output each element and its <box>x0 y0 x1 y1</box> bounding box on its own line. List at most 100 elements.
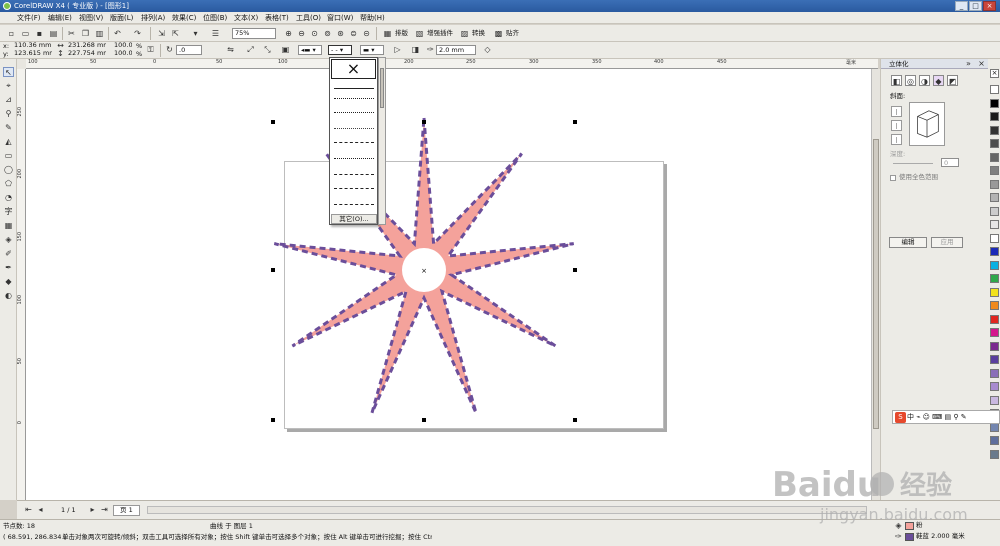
cut-icon[interactable]: ✂ <box>66 28 77 39</box>
close-button[interactable]: × <box>983 1 996 11</box>
ime-toolbar[interactable]: S 中 ⌁ ☺ ⌨ ▤ ⚲ ✎ <box>892 410 1000 424</box>
zoom-height-icon[interactable]: ⊝ <box>361 28 372 39</box>
palette-swatch[interactable] <box>990 328 999 337</box>
palette-swatch[interactable] <box>990 260 999 270</box>
line-style-option[interactable] <box>334 128 374 129</box>
height-field[interactable]: 227.754 mm <box>66 50 106 58</box>
palette-swatch[interactable] <box>990 436 999 445</box>
zoom-out-icon[interactable]: ⊖ <box>296 28 307 39</box>
zoom-width-icon[interactable]: ⊜ <box>348 28 359 39</box>
palette-swatch[interactable] <box>990 382 999 391</box>
export-icon[interactable]: ⇱ <box>170 28 181 39</box>
zoom-level-select[interactable]: 75% <box>232 28 276 39</box>
menu-window[interactable]: 窗口(W) <box>327 13 353 23</box>
line-style-option[interactable] <box>334 158 374 159</box>
text-wrap-icon[interactable]: ▷ <box>392 44 403 55</box>
extrude-rotation-icon[interactable]: ◎ <box>905 75 916 86</box>
palette-swatch[interactable] <box>990 449 999 459</box>
menu-bitmaps[interactable]: 位图(B) <box>203 13 227 23</box>
ime-controls[interactable]: 中 ⌁ ☺ ⌨ ▤ ⚲ ✎ <box>907 413 967 421</box>
palette-swatch[interactable] <box>990 112 999 121</box>
bevel-option-icon[interactable]: ⁝ <box>891 106 902 117</box>
selection-handle[interactable] <box>271 120 275 124</box>
palette-swatch[interactable] <box>990 233 999 243</box>
bevel-option-icon[interactable]: ⁝ <box>891 120 902 131</box>
selection-handle[interactable] <box>573 268 577 272</box>
plugin-icon[interactable]: ▧ <box>414 28 425 39</box>
layout-button[interactable]: 排版 <box>395 29 408 38</box>
width-field[interactable]: 231.268 mm <box>66 42 106 50</box>
edit-button[interactable]: 编辑 <box>889 237 927 248</box>
palette-swatch[interactable] <box>990 166 999 175</box>
paste-icon[interactable]: ▥ <box>94 28 105 39</box>
dropdown-scroll-thumb[interactable] <box>380 68 384 108</box>
enhance-plugin-button[interactable]: 增强插件 <box>427 29 453 38</box>
extrude-bevel-icon[interactable]: ◩ <box>947 75 958 86</box>
palette-swatch[interactable] <box>990 395 999 405</box>
bevel-option-icon[interactable]: ⁝ <box>891 134 902 145</box>
palette-swatch[interactable] <box>990 368 999 378</box>
palette-swatch[interactable] <box>990 85 999 94</box>
palette-swatch[interactable] <box>990 125 999 135</box>
smart-fill-icon[interactable]: ◭ <box>3 137 14 147</box>
shape-tool-icon[interactable]: ⌖ <box>3 81 14 91</box>
extrude-color-icon[interactable]: ◆ <box>933 75 944 86</box>
line-style-option[interactable] <box>334 98 374 99</box>
no-color-swatch[interactable]: × <box>990 69 999 78</box>
docker-close-icon[interactable]: × <box>976 59 987 69</box>
copy-icon[interactable]: ❐ <box>80 28 91 39</box>
selection-handle[interactable] <box>422 418 426 422</box>
crop-tool-icon[interactable]: ⊿ <box>3 95 14 105</box>
zoom-all-icon[interactable]: ⊚ <box>322 28 333 39</box>
text-tool-icon[interactable]: 字 <box>3 207 14 217</box>
zoom-tool-icon[interactable]: ⚲ <box>3 109 14 119</box>
palette-swatch[interactable] <box>990 98 999 108</box>
palette-swatch[interactable] <box>990 301 999 310</box>
vertical-ruler[interactable]: 250 200 150 100 50 0 <box>17 69 26 500</box>
print-icon[interactable]: ▤ <box>48 28 59 39</box>
menu-file[interactable]: 文件(F) <box>17 13 41 23</box>
canvas-vertical-scrollbar[interactable] <box>871 69 880 500</box>
undo-icon[interactable]: ↶ <box>112 28 123 39</box>
line-style-option[interactable] <box>334 88 374 89</box>
next-page-icon[interactable]: ▸ <box>87 504 98 515</box>
palette-swatch[interactable] <box>990 287 999 297</box>
redo-icon[interactable]: ↷ <box>132 28 143 39</box>
selection-handle[interactable] <box>271 418 275 422</box>
palette-swatch[interactable] <box>990 341 999 351</box>
first-page-icon[interactable]: ⇤ <box>23 504 34 515</box>
last-page-icon[interactable]: ⇥ <box>99 504 110 515</box>
selected-star-shape[interactable]: × <box>260 112 590 432</box>
polygon-tool-icon[interactable]: ⬠ <box>3 179 14 189</box>
outline-tool-icon[interactable]: ✒ <box>3 263 14 273</box>
menu-layout[interactable]: 版面(L) <box>110 13 133 23</box>
to-front-icon[interactable]: ◨ <box>410 44 421 55</box>
end-arrow-select[interactable]: ▬ ▾ <box>360 45 384 55</box>
sogou-ime-icon[interactable]: S <box>895 412 906 423</box>
interactive-blend-icon[interactable]: ◈ <box>3 235 14 245</box>
join-nodes-icon[interactable]: ⤡ <box>262 44 273 55</box>
selection-handle[interactable] <box>573 120 577 124</box>
table-tool-icon[interactable]: ▦ <box>3 221 14 231</box>
snap-button[interactable]: 贴齐 <box>506 29 519 38</box>
outline-width-select[interactable]: 2.0 mm <box>436 45 476 55</box>
apply-button[interactable]: 应用 <box>931 237 963 248</box>
palette-swatch[interactable] <box>990 193 999 202</box>
convert-button[interactable]: 转换 <box>472 29 485 38</box>
horizontal-ruler[interactable]: 100 50 0 50 100 150 200 250 300 350 400 … <box>26 59 878 69</box>
selection-handle[interactable] <box>422 120 426 124</box>
menu-view[interactable]: 视图(V) <box>79 13 103 23</box>
menu-text[interactable]: 文本(X) <box>234 13 258 23</box>
selection-handle[interactable] <box>271 268 275 272</box>
rectangle-tool-icon[interactable]: ▭ <box>3 151 14 161</box>
layout-icon[interactable]: ▦ <box>382 28 393 39</box>
line-style-option[interactable] <box>334 188 374 189</box>
pick-tool-icon[interactable]: ↖ <box>3 67 14 77</box>
outline-color-chip[interactable] <box>905 533 914 541</box>
more-line-styles-button[interactable]: 其它(O)... <box>331 214 377 224</box>
previous-page-icon[interactable]: ◂ <box>35 504 46 515</box>
line-style-option[interactable] <box>334 174 374 175</box>
freehand-tool-icon[interactable]: ✎ <box>3 123 14 133</box>
extrude-light-icon[interactable]: ◑ <box>919 75 930 86</box>
ruler-origin[interactable] <box>17 59 26 69</box>
